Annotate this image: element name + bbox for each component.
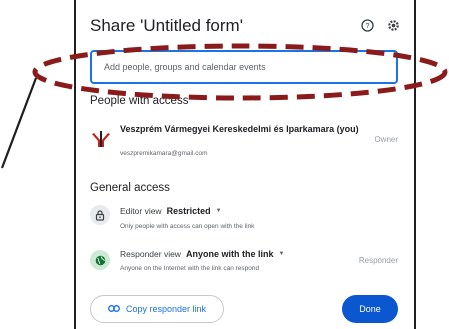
- help-icon[interactable]: ?: [360, 18, 374, 32]
- link-icon: [108, 304, 120, 314]
- general-access-heading: General access: [90, 182, 170, 194]
- owner-email: veszpremikamara@gmail.com: [120, 150, 208, 157]
- responder-view-label: Responder view: [120, 249, 181, 259]
- copy-responder-link-button[interactable]: Copy responder link: [90, 295, 224, 323]
- owner-role: Owner: [374, 135, 398, 144]
- editor-access-select[interactable]: Restricted: [167, 206, 211, 216]
- annotation-pointer-line: [0, 77, 38, 169]
- responder-access-select[interactable]: Anyone with the link: [186, 249, 274, 259]
- add-people-placeholder: Add people, groups and calendar events: [104, 62, 266, 72]
- copy-responder-link-label: Copy responder link: [125, 304, 207, 314]
- owner-name: Veszprém Vármegyei Kereskedelmi és Ipark…: [120, 124, 359, 134]
- share-dialog: Share 'Untitled form' ? Add people, grou…: [74, 0, 416, 329]
- chevron-down-icon[interactable]: ▼: [278, 251, 284, 257]
- dialog-title: Share 'Untitled form': [90, 16, 243, 35]
- responder-access-row[interactable]: Responder view Anyone with the link ▼: [120, 249, 284, 259]
- responder-access-description: Anyone on the Internet with the link can…: [120, 265, 260, 272]
- editor-view-label: Editor view: [120, 206, 162, 216]
- globe-icon: [90, 250, 110, 270]
- done-button[interactable]: Done: [342, 295, 398, 323]
- lock-icon: [90, 205, 110, 225]
- svg-text:?: ?: [365, 21, 369, 30]
- responder-role: Responder: [358, 256, 398, 265]
- chevron-down-icon[interactable]: ▼: [216, 208, 222, 214]
- people-with-access-heading: People with access: [90, 95, 189, 107]
- add-people-input[interactable]: Add people, groups and calendar events: [90, 50, 398, 84]
- editor-access-description: Only people with access can open with th…: [120, 223, 255, 230]
- gear-icon[interactable]: [386, 18, 400, 32]
- chamber-logo: [90, 128, 112, 150]
- editor-access-row[interactable]: Editor view Restricted ▼: [120, 206, 222, 216]
